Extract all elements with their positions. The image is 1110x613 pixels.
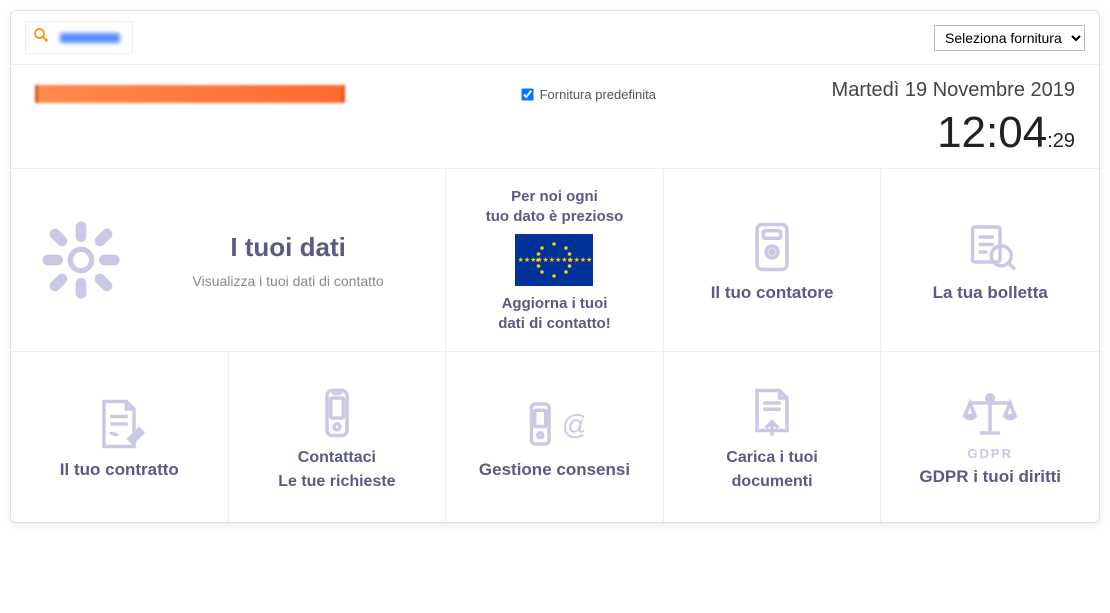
cards-row-1: I tuoi dati Visualizza i tuoi dati di co…: [11, 169, 1099, 352]
header-row: Fornitura predefinita Martedì 19 Novembr…: [11, 65, 1099, 169]
scales-icon: [960, 388, 1020, 448]
card-contact-title1: Contattaci: [298, 449, 376, 467]
current-time: 12:04:29: [832, 108, 1075, 158]
card-gdpr[interactable]: GDPR GDPR i tuoi diritti: [881, 352, 1099, 522]
gear-icon: [41, 220, 121, 300]
card-upload[interactable]: Carica i tuoi documenti: [664, 352, 882, 522]
card-bill-title: La tua bolletta: [933, 283, 1048, 303]
bill-icon: [960, 217, 1020, 277]
consent-icon: @: [524, 394, 584, 454]
card-gdpr-title: GDPR i tuoi diritti: [919, 467, 1061, 487]
eu-top-line2: tuo dato è prezioso: [486, 207, 624, 227]
card-contract-title: Il tuo contratto: [60, 460, 179, 480]
default-supply-input[interactable]: [521, 88, 533, 100]
topbar-user-box: [25, 21, 133, 54]
search-icon: [32, 26, 50, 49]
card-contact-title2: Le tue richieste: [278, 473, 395, 491]
dashboard-window: Seleziona fornitura Fornitura predefinit…: [10, 10, 1100, 523]
supply-select[interactable]: Seleziona fornitura: [934, 25, 1085, 51]
default-supply-checkbox[interactable]: Fornitura predefinita: [521, 87, 656, 102]
redacted-user-label: [60, 33, 120, 43]
current-date: Martedì 19 Novembre 2019: [832, 79, 1075, 102]
eu-bot-line2: dati di contatto!: [498, 314, 611, 334]
time-main: 12:04: [937, 108, 1047, 157]
phone-icon: [307, 383, 367, 443]
gdpr-icon-label: GDPR: [967, 446, 1013, 461]
card-user-data-subtitle: Visualizza i tuoi dati di contatto: [143, 273, 433, 289]
time-seconds: :29: [1047, 130, 1075, 152]
card-upload-title1: Carica i tuoi: [726, 449, 818, 467]
default-supply-label: Fornitura predefinita: [540, 87, 656, 102]
card-user-data[interactable]: I tuoi dati Visualizza i tuoi dati di co…: [11, 169, 446, 351]
contract-icon: [89, 394, 149, 454]
card-contact[interactable]: Contattaci Le tue richieste: [229, 352, 447, 522]
card-meter[interactable]: Il tuo contatore: [664, 169, 882, 351]
card-eu-privacy[interactable]: Per noi ogni tuo dato è prezioso: [446, 169, 664, 351]
datetime-block: Martedì 19 Novembre 2019 12:04:29: [832, 79, 1075, 158]
redacted-supply-name: [35, 85, 345, 103]
card-bill[interactable]: La tua bolletta: [881, 169, 1099, 351]
meter-icon: [742, 217, 802, 277]
card-consent-title: Gestione consensi: [479, 460, 630, 480]
topbar: Seleziona fornitura: [11, 11, 1099, 65]
cards-row-2: Il tuo contratto Contattaci Le tue richi…: [11, 352, 1099, 522]
eu-flag-icon: [515, 234, 593, 286]
eu-bot-line1: Aggiorna i tuoi: [502, 294, 608, 314]
card-meter-title: Il tuo contatore: [711, 283, 834, 303]
card-user-data-title: I tuoi dati: [143, 232, 433, 263]
svg-text:@: @: [562, 409, 585, 440]
upload-icon: [742, 383, 802, 443]
card-consent[interactable]: @ Gestione consensi: [446, 352, 664, 522]
card-contract[interactable]: Il tuo contratto: [11, 352, 229, 522]
card-upload-title2: documenti: [732, 473, 813, 491]
eu-top-line1: Per noi ogni: [511, 187, 598, 207]
